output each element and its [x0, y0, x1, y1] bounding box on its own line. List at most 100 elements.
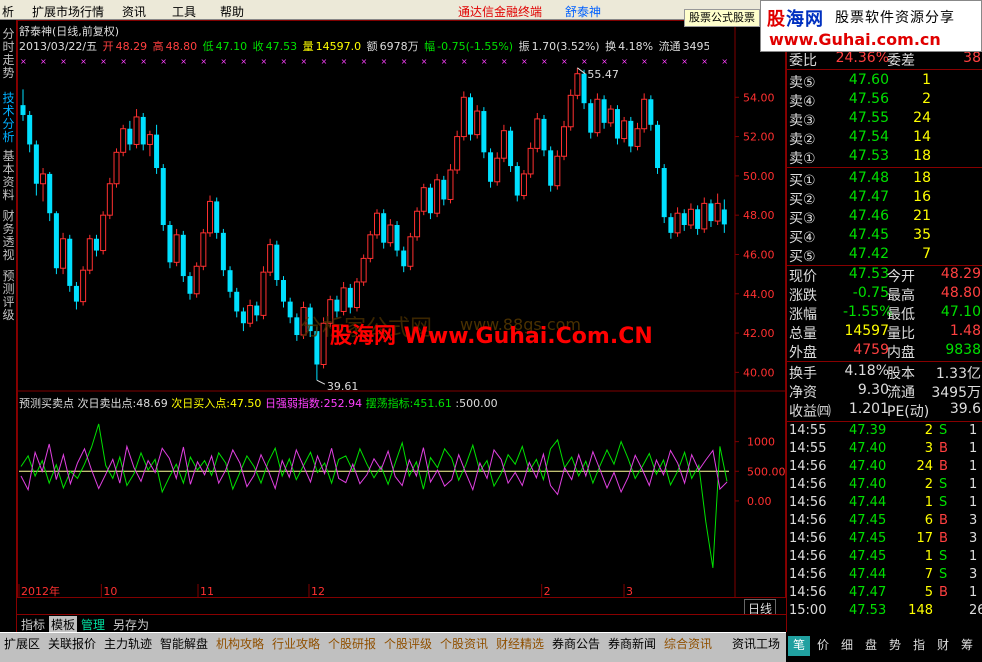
menu-extended-market[interactable]: 扩展市场行情: [32, 3, 104, 20]
bottom-stock-rating[interactable]: 个股评级: [384, 635, 432, 652]
ask-row-4[interactable]: 卖④ 47.56 2: [787, 91, 982, 110]
tab-indicator[interactable]: 指标: [19, 616, 47, 633]
signal-marker: ×: [421, 57, 428, 66]
signal-marker: ×: [401, 57, 408, 66]
bottom-stock-news[interactable]: 个股资讯: [440, 635, 488, 652]
ask-row-3[interactable]: 卖③ 47.55 24: [787, 110, 982, 129]
tab-detail[interactable]: 细: [836, 636, 858, 656]
chart-tab-strip: 指标 模板 管理 另存为: [17, 614, 786, 633]
candle-body: [394, 225, 400, 251]
tab-template[interactable]: 模板: [49, 616, 78, 633]
bottom-general-news[interactable]: 综合资讯: [664, 635, 712, 652]
candle-body: [621, 120, 628, 140]
tab-save-as[interactable]: 另存为: [111, 616, 151, 633]
bottom-inst-strategy[interactable]: 机构攻略: [216, 635, 264, 652]
candle-body: [721, 209, 727, 225]
tick-row: 14:55 47.39 2 S 1: [789, 423, 978, 438]
bottom-industry-strategy[interactable]: 行业攻略: [272, 635, 320, 652]
candle-body: [634, 128, 641, 147]
bottom-finance-picks[interactable]: 财经精选: [496, 635, 544, 652]
bottom-broker-news[interactable]: 券商新闻: [608, 635, 656, 652]
signal-marker: ×: [461, 57, 468, 66]
tab-manage[interactable]: 管理: [79, 616, 107, 633]
bottom-news-workshop[interactable]: 资讯工场: [732, 635, 780, 652]
candle-body: [120, 128, 127, 153]
candle-body: [100, 214, 107, 252]
terminal-title[interactable]: 通达信金融终端: [458, 3, 542, 20]
candle-body: [67, 238, 73, 286]
tab-forecast[interactable]: 预测评级: [1, 270, 16, 322]
tab-ticks[interactable]: 笔: [788, 636, 810, 656]
candle-body: [173, 234, 180, 263]
candle-body: [254, 305, 260, 316]
tab-book[interactable]: 盘: [860, 636, 882, 656]
signal-marker: ×: [581, 57, 588, 66]
candle-body: [367, 234, 374, 259]
bid-row-4[interactable]: 买④ 47.45 35: [787, 227, 982, 246]
signal-marker: ×: [60, 57, 67, 66]
tab-index[interactable]: 指: [908, 636, 930, 656]
bottom-related-quotes[interactable]: 关联报价: [48, 635, 96, 652]
stock-formula-button[interactable]: 股票公式股票: [684, 9, 760, 27]
signal-marker: ×: [280, 57, 287, 66]
time-tick-label: 2012年: [21, 584, 60, 598]
stock-name-link[interactable]: 舒泰神: [565, 3, 601, 20]
tab-chips[interactable]: 筹: [956, 636, 978, 656]
tab-technical[interactable]: 技术分析: [1, 92, 16, 144]
tick-row: 14:55 47.40 3 B 1: [789, 441, 978, 456]
candle-body: [146, 134, 153, 145]
logo-tagline: 股票软件资源分享: [835, 10, 955, 26]
indicator-tick-label: 1000: [747, 436, 775, 449]
candle-body: [588, 103, 594, 133]
logo-url: www.Guhai.com.cn: [769, 30, 941, 49]
signal-marker: ×: [521, 57, 528, 66]
tab-intraday[interactable]: 分时走势: [1, 28, 16, 80]
bottom-smart-analysis[interactable]: 智能解盘: [160, 635, 208, 652]
candle-body: [33, 144, 39, 184]
bottom-main-force[interactable]: 主力轨迹: [104, 635, 152, 652]
candle-body: [280, 280, 286, 302]
bid-row-3[interactable]: 买③ 47.46 21: [787, 208, 982, 227]
signal-marker: ×: [501, 57, 508, 66]
tab-price[interactable]: 价: [812, 636, 834, 656]
signal-marker: ×: [561, 57, 568, 66]
signal-marker: ×: [80, 57, 87, 66]
bid-row-2[interactable]: 买② 47.47 16: [787, 189, 982, 208]
signal-marker: ×: [721, 57, 728, 66]
candle-body: [648, 99, 654, 125]
menu-analysis[interactable]: 析: [2, 3, 14, 20]
candle-body: [47, 173, 53, 214]
price-tick-label: 40.00: [743, 366, 775, 379]
candle-body: [374, 212, 380, 236]
menu-news[interactable]: 资讯: [122, 3, 146, 20]
candle-body: [454, 136, 461, 171]
menu-help[interactable]: 帮助: [220, 3, 244, 20]
tab-financials[interactable]: 财务透视: [1, 210, 16, 262]
candle-body: [180, 234, 186, 277]
fund-row-eps: 收益㈣ 1.201 PE(动) 39.6: [789, 401, 981, 420]
candle-body: [207, 200, 214, 234]
ask-row-5[interactable]: 卖⑤ 47.60 1: [787, 72, 982, 91]
bid-row-1[interactable]: 买① 47.48 18: [787, 170, 982, 189]
fund-row-turnover: 换手 4.18% 股本 1.33亿: [789, 363, 981, 382]
candle-body: [574, 73, 581, 96]
menu-tools[interactable]: 工具: [172, 3, 196, 20]
price-tick-label: 46.00: [743, 248, 775, 261]
signal-marker: ×: [541, 57, 548, 66]
kline-chart[interactable]: 54.00 52.00 50.00 48.00 46.00 44.00 42.00 40.00…: [17, 20, 786, 598]
bottom-stock-research[interactable]: 个股研报: [328, 635, 376, 652]
bottom-broker-notice[interactable]: 券商公告: [552, 635, 600, 652]
logo-brand: 股海网: [767, 9, 824, 30]
bid-row-5[interactable]: 买⑤ 47.42 7: [787, 246, 982, 265]
tab-finance[interactable]: 财: [932, 636, 954, 656]
candle-body: [160, 168, 166, 225]
ask-row-1[interactable]: 卖① 47.53 18: [787, 148, 982, 167]
tab-fundamentals[interactable]: 基本资料: [1, 150, 16, 202]
tab-trend[interactable]: 势: [884, 636, 906, 656]
ask-row-2[interactable]: 卖② 47.54 14: [787, 129, 982, 148]
signal-marker: ×: [621, 57, 628, 66]
bottom-extension[interactable]: 扩展区: [4, 635, 40, 652]
candle-body: [133, 116, 140, 145]
candle-body: [527, 147, 534, 175]
chart-title: 舒泰神(日线,前复权): [19, 25, 120, 38]
